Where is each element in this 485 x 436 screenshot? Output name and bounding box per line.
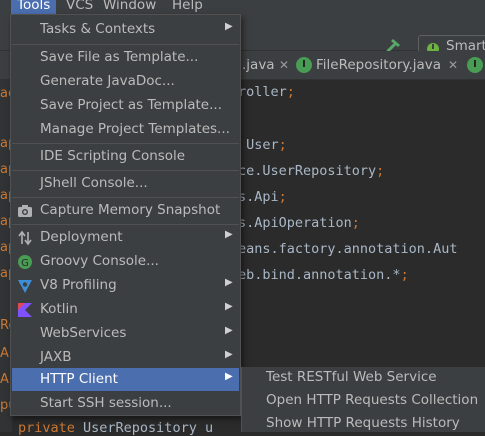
menu-item-generate-javadoc[interactable]: Generate JavaDoc... [12,70,239,93]
menu-item-start-ssh-session[interactable]: Start SSH session... [12,392,239,415]
code-line: s.Api; [238,189,287,205]
code-line: ce.UserRepository; [238,163,385,179]
menu-item-save-file-template[interactable]: Save File as Template... [12,46,239,69]
submenu-arrow-icon: ▶ [225,277,233,288]
menu-item-v8-profiling[interactable]: V8 Profiling ▶ [12,274,239,297]
class-icon: I [296,57,312,73]
menu-separator [12,170,239,171]
code-line: roller; [238,84,295,100]
submenu-item-show-http-requests-history[interactable]: Show HTTP Requests History [242,413,485,436]
kotlin-icon [18,303,32,317]
code-line: User; [238,137,287,153]
tools-menu: Tasks & Contexts ▶ Save File as Template… [10,14,241,416]
menu-separator [12,224,239,225]
menu-item-http-client[interactable]: HTTP Client ▶ [12,368,239,391]
menu-item-tasks-contexts[interactable]: Tasks & Contexts ▶ [12,18,239,41]
menu-item-capture-memory-snapshot[interactable]: Capture Memory Snapshot [12,199,239,222]
groovy-icon: G [18,255,32,269]
submenu-arrow-icon: ▶ [225,301,233,312]
submenu-arrow-icon: ▶ [225,229,233,240]
menu-vcs[interactable]: VCS [66,0,93,14]
tab-close-icon[interactable]: ✕ [279,51,289,79]
code-line: eb.bind.annotation.*; [238,267,409,283]
submenu-arrow-icon: ▶ [225,349,233,360]
code-line: eans.factory.annotation.Aut [238,241,458,257]
camera-icon [18,205,32,217]
submenu-arrow-icon: ▶ [225,21,233,32]
tab-file-repository[interactable]: FileRepository.java [316,51,441,79]
tab-close-icon[interactable]: ✕ [448,51,458,79]
menu-item-manage-project-templates[interactable]: Manage Project Templates... [12,118,239,141]
code-line: private UserRepository u [18,420,214,436]
menu-window[interactable]: Window [103,0,156,14]
class-icon: I [467,57,483,73]
menu-bar: Tools VCS Window Help [0,0,485,14]
menu-item-jaxb[interactable]: JAXB ▶ [12,346,239,369]
submenu-item-test-restful-web-service[interactable]: Test RESTful Web Service [242,367,485,390]
submenu-arrow-icon: ▶ [225,325,233,336]
menu-item-groovy-console[interactable]: G Groovy Console... [12,250,239,273]
deployment-icon [18,230,32,246]
code-line: s.ApiOperation; [238,215,360,231]
submenu-item-open-http-requests-collection[interactable]: Open HTTP Requests Collection [242,390,485,413]
submenu-arrow-icon: ▶ [225,371,233,382]
v8-icon [18,280,32,293]
svg-text:G: G [21,258,29,269]
menu-tools[interactable]: Tools [11,0,57,14]
http-client-submenu: Test RESTful Web Service Open HTTP Reque… [241,367,485,432]
menu-help[interactable]: Help [172,0,203,14]
menu-separator [12,197,239,198]
menu-item-save-project-template[interactable]: Save Project as Template... [12,94,239,117]
menu-item-deployment[interactable]: Deployment ▶ [12,226,239,249]
tab-java-file[interactable]: .java [242,51,275,79]
menu-item-kotlin[interactable]: Kotlin ▶ [12,298,239,321]
menu-item-ide-scripting-console[interactable]: IDE Scripting Console [12,145,239,168]
menu-item-jshell-console[interactable]: JShell Console... [12,172,239,195]
menu-separator [12,143,239,144]
menu-separator [12,44,239,45]
menu-item-webservices[interactable]: WebServices ▶ [12,322,239,345]
